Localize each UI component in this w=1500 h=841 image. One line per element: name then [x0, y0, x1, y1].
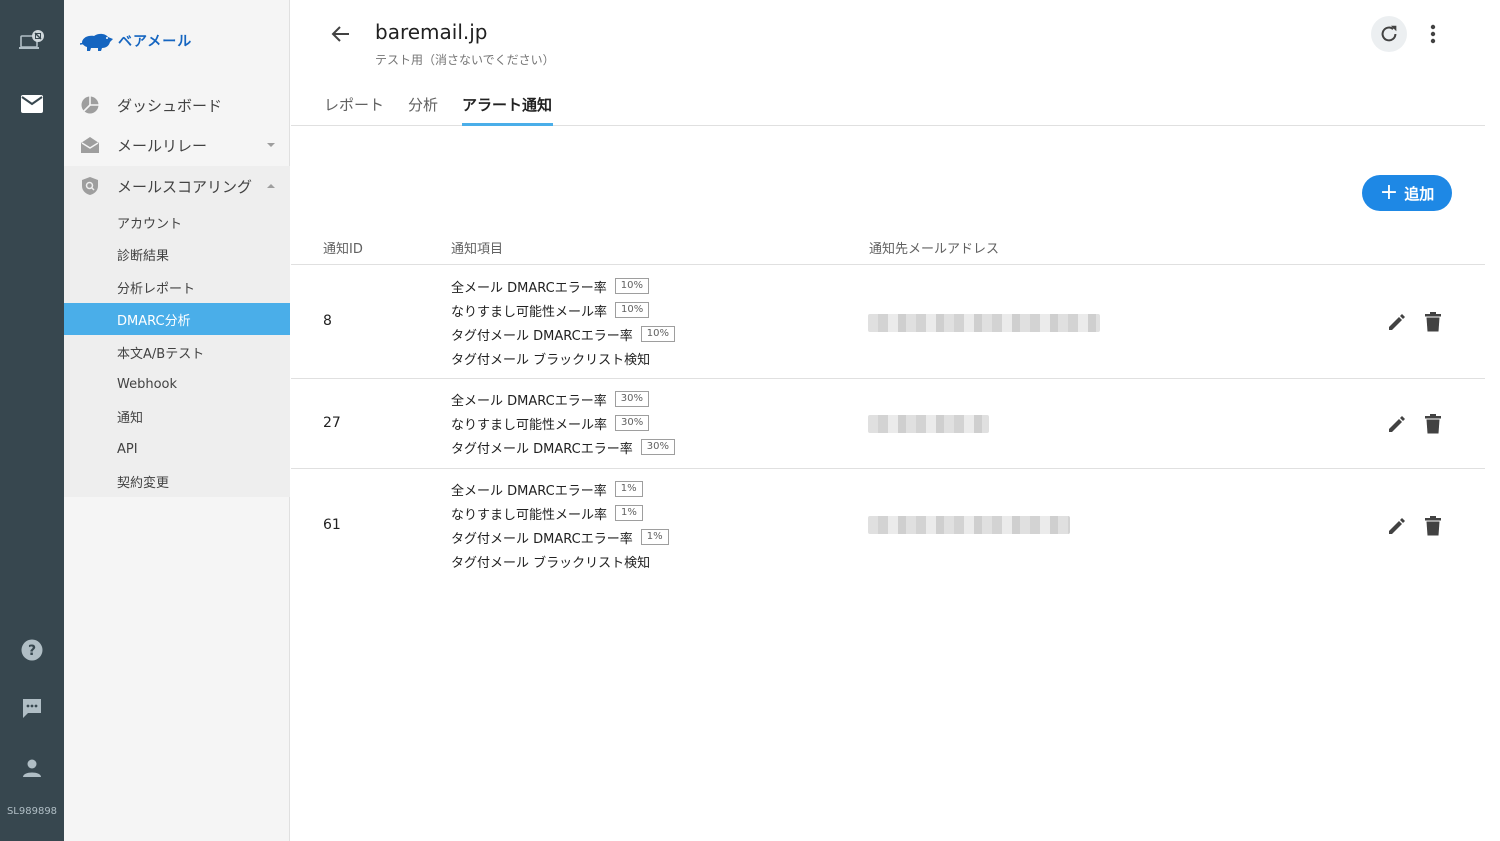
- mail-icon[interactable]: [0, 92, 64, 116]
- notification-item: 全メール DMARCエラー率 10%: [451, 274, 675, 298]
- table-row: 61 全メール DMARCエラー率 1% なりすまし可能性メール率 1% タグ付メー…: [291, 469, 1485, 583]
- chevron-up-icon: [267, 184, 275, 188]
- add-button[interactable]: + 追加: [1362, 175, 1452, 211]
- notification-item: なりすまし可能性メール率 30%: [451, 411, 675, 435]
- add-button-label: 追加: [1404, 184, 1435, 203]
- notification-item: タグ付メール DMARCエラー率 1%: [451, 525, 669, 549]
- table-row: 8 全メール DMARCエラー率 10% なりすまし可能性メール率 10% タグ付メ…: [291, 265, 1485, 379]
- edit-icon[interactable]: [1385, 514, 1409, 538]
- notification-id: 8: [323, 313, 332, 329]
- chevron-down-icon: [267, 143, 275, 147]
- sidebar-item-label: ダッシュボード: [117, 96, 223, 115]
- email-address-redacted: [868, 314, 1100, 332]
- mail-open-icon: [81, 137, 99, 153]
- table-row: 27 全メール DMARCエラー率 30% なりすまし可能性メール率 30% タグ付…: [291, 379, 1485, 469]
- logo[interactable]: ベアメール: [80, 30, 192, 52]
- submenu-item-account[interactable]: アカウント: [64, 206, 290, 238]
- submenu-mail-scoring: アカウント 診断結果 分析レポート DMARC分析 本文A/Bテスト Webho…: [64, 206, 290, 497]
- page-subtitle: テスト用（消さないでください）: [375, 53, 555, 67]
- threshold-badge: 1%: [614, 481, 643, 497]
- notification-items: 全メール DMARCエラー率 1% なりすまし可能性メール率 1% タグ付メール D…: [451, 477, 669, 573]
- submenu-item-notification[interactable]: 通知: [64, 400, 290, 432]
- submenu-item-diagnosis[interactable]: 診断結果: [64, 238, 290, 270]
- threshold-badge: 1%: [615, 505, 643, 521]
- sidebar-item-label: メールリレー: [117, 136, 208, 155]
- threshold-badge: 1%: [640, 529, 669, 545]
- refresh-icon: [1381, 25, 1397, 42]
- delete-icon[interactable]: [1421, 310, 1445, 334]
- email-address-redacted: [868, 415, 989, 433]
- active-tab-indicator: [462, 123, 553, 126]
- submenu-item-webhook[interactable]: Webhook: [64, 368, 290, 400]
- more-vert-icon: [1430, 24, 1436, 44]
- column-header-items: 通知項目: [451, 242, 504, 257]
- column-header-id: 通知ID: [323, 242, 363, 257]
- logo-text: ベアメール: [118, 34, 193, 50]
- notification-item: タグ付メール ブラックリスト検知: [451, 555, 651, 571]
- dashboard-pie-icon: [81, 96, 99, 114]
- email-address-redacted: [868, 516, 1070, 534]
- sidebar-item-mail-scoring[interactable]: メールスコアリング: [64, 166, 290, 206]
- threshold-badge: 10%: [614, 278, 649, 294]
- plus-icon: +: [1379, 180, 1399, 205]
- submenu-item-analysis-report[interactable]: 分析レポート: [64, 271, 290, 303]
- bear-logo-icon: [80, 33, 113, 51]
- edit-icon[interactable]: [1385, 310, 1409, 334]
- refresh-button[interactable]: [1371, 16, 1407, 52]
- devices-icon[interactable]: [0, 28, 64, 56]
- threshold-badge: 10%: [615, 302, 650, 318]
- tab-analysis[interactable]: 分析: [408, 94, 438, 115]
- submenu-item-ab-test[interactable]: 本文A/Bテスト: [64, 336, 290, 368]
- notification-id: 61: [323, 517, 341, 533]
- submenu-item-api[interactable]: API: [64, 433, 290, 465]
- notification-item: 全メール DMARCエラー率 30%: [451, 387, 675, 411]
- icon-rail: ? SL989898: [0, 0, 64, 841]
- notification-item: なりすまし可能性メール率 10%: [451, 298, 675, 322]
- svg-text:?: ?: [28, 643, 36, 659]
- delete-icon[interactable]: [1421, 514, 1445, 538]
- column-header-email: 通知先メールアドレス: [869, 242, 1000, 257]
- tab-alert[interactable]: アラート通知: [462, 94, 552, 115]
- sidebar-item-label: メールスコアリング: [117, 177, 253, 196]
- shield-search-icon: [82, 177, 98, 195]
- submenu-item-dmarc[interactable]: DMARC分析: [64, 303, 290, 335]
- delete-icon[interactable]: [1421, 412, 1445, 436]
- threshold-badge: 30%: [614, 391, 649, 407]
- notification-item: タグ付メール DMARCエラー率 10%: [451, 322, 675, 346]
- notification-id: 27: [323, 415, 341, 431]
- threshold-badge: 30%: [640, 439, 675, 455]
- chat-icon[interactable]: [0, 696, 64, 720]
- tab-bar: レポート 分析 アラート通知: [291, 80, 1485, 126]
- threshold-badge: 30%: [615, 415, 650, 431]
- notification-items: 全メール DMARCエラー率 10% なりすまし可能性メール率 10% タグ付メール…: [451, 274, 675, 370]
- help-icon[interactable]: ?: [0, 638, 64, 662]
- notification-items: 全メール DMARCエラー率 30% なりすまし可能性メール率 30% タグ付メール…: [451, 387, 675, 459]
- sidebar-item-dashboard[interactable]: ダッシュボード: [64, 85, 290, 125]
- sidebar: ベアメール ダッシュボード メールリレー メールスコアリング アカウント 診断結…: [64, 0, 290, 841]
- threshold-badge: 10%: [640, 326, 675, 342]
- notification-item: なりすまし可能性メール率 1%: [451, 501, 669, 525]
- main-content: baremail.jp テスト用（消さないでください） レポート 分析 アラート…: [291, 0, 1485, 841]
- more-menu-button[interactable]: [1421, 20, 1445, 48]
- table-header: 通知ID 通知項目 通知先メールアドレス: [291, 230, 1485, 265]
- submenu-item-contract[interactable]: 契約変更: [64, 465, 290, 497]
- back-arrow-icon[interactable]: [329, 22, 353, 46]
- notification-item: タグ付メール ブラックリスト検知: [451, 352, 651, 368]
- notification-item: 全メール DMARCエラー率 1%: [451, 477, 669, 501]
- sidebar-item-mail-relay[interactable]: メールリレー: [64, 125, 290, 165]
- notification-item: タグ付メール DMARCエラー率 30%: [451, 435, 675, 459]
- tab-report[interactable]: レポート: [324, 94, 384, 115]
- page-title: baremail.jp: [375, 20, 488, 44]
- edit-icon[interactable]: [1385, 412, 1409, 436]
- person-icon[interactable]: [0, 756, 64, 780]
- user-id: SL989898: [6, 806, 58, 817]
